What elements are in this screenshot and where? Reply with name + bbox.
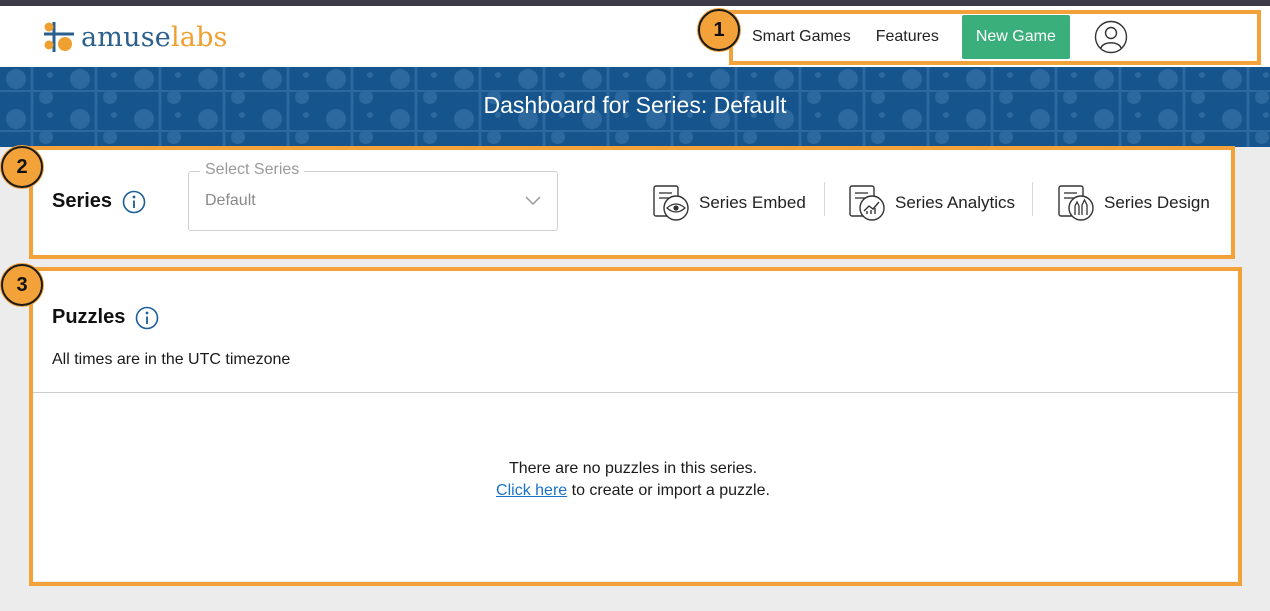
- amuselabs-logo[interactable]: amuselabs: [44, 22, 228, 52]
- logo-mark-icon: [44, 22, 74, 52]
- annotation-badge-2: 2: [1, 146, 43, 188]
- logo-text-amuse: amuse: [81, 21, 171, 53]
- annotation-badge-1: 1: [698, 9, 740, 51]
- callout-box-2: [29, 146, 1235, 259]
- annotation-badge-3: 3: [1, 264, 43, 306]
- page-title: Dashboard for Series: Default: [483, 92, 787, 118]
- logo-text-labs: labs: [170, 21, 228, 53]
- logo-wordmark: amuselabs: [81, 24, 228, 51]
- callout-box-1: [729, 10, 1261, 65]
- dashboard-banner: Dashboard for Series: Default: [0, 67, 1270, 147]
- callout-box-3: [29, 267, 1242, 586]
